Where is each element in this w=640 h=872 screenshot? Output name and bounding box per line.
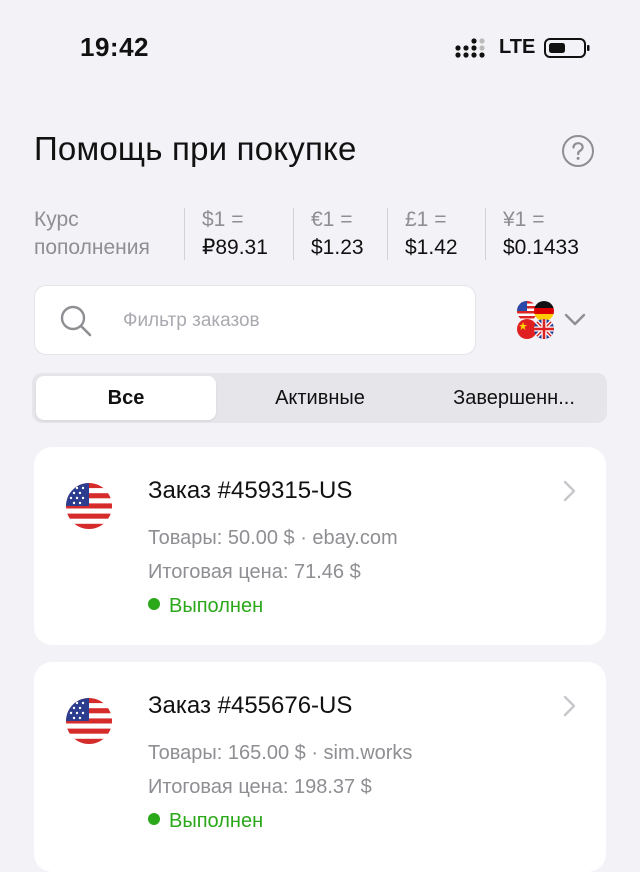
- rate-value: $1.42: [405, 236, 458, 259]
- rate-value: $1.23: [311, 236, 364, 259]
- order-total: Итоговая цена: 71.46 $: [148, 561, 361, 583]
- order-total: Итоговая цена: 198.37 $: [148, 776, 372, 798]
- status-dot-icon: [148, 598, 160, 610]
- order-goods: Товары: 165.00 $ · sim.works: [148, 742, 413, 764]
- divider: [184, 208, 185, 260]
- status-bar: 19:42 LTE: [0, 0, 640, 96]
- de-flag-icon: [534, 301, 554, 321]
- order-card[interactable]: Заказ #459315-US Товары: 50.00 $ · ebay.…: [34, 447, 606, 645]
- rate-key: ¥1 =: [503, 208, 545, 231]
- order-status: Выполнен: [148, 595, 263, 618]
- search-icon: [60, 305, 92, 337]
- tab-active[interactable]: Активные: [222, 376, 418, 420]
- search-box[interactable]: [34, 285, 476, 356]
- status-dot-icon: [148, 813, 160, 825]
- uk-flag-icon: [534, 319, 554, 339]
- rate-value: $0.1433: [503, 236, 579, 259]
- order-goods: Товары: 50.00 $ · ebay.com: [148, 527, 398, 549]
- chevron-right-icon: [563, 480, 576, 502]
- order-status: Выполнен: [148, 810, 263, 833]
- rate-cny: ¥1 = $0.1433: [503, 206, 579, 262]
- status-text: Выполнен: [169, 595, 264, 617]
- status-text: Выполнен: [169, 810, 264, 832]
- us-flag-icon: [66, 698, 112, 744]
- divider: [387, 208, 388, 260]
- order-title: Заказ #455676-US: [148, 692, 353, 719]
- us-flag-icon: [66, 483, 112, 529]
- rate-value: ₽89.31: [202, 236, 268, 259]
- exchange-rates: Курс пополнения $1 = ₽89.31 €1 = $1.23 £…: [34, 204, 606, 262]
- divider: [293, 208, 294, 260]
- divider: [485, 208, 486, 260]
- rate-key: $1 =: [202, 208, 244, 231]
- country-filter-button[interactable]: [512, 298, 592, 342]
- rate-key: £1 =: [405, 208, 447, 231]
- rates-label: Курс пополнения: [34, 208, 150, 259]
- order-status-tabs: Все Активные Завершенн...: [32, 373, 607, 423]
- chevron-right-icon: [563, 695, 576, 717]
- tab-all[interactable]: Все: [36, 376, 216, 420]
- rate-key: €1 =: [311, 208, 353, 231]
- rate-eur: €1 = $1.23: [311, 206, 364, 262]
- search-input[interactable]: [121, 286, 465, 356]
- question-circle-icon[interactable]: [561, 134, 595, 168]
- order-title: Заказ #459315-US: [148, 477, 353, 504]
- tab-completed[interactable]: Завершенн...: [424, 376, 604, 420]
- battery-icon: [544, 38, 590, 58]
- chevron-down-icon: [564, 313, 586, 326]
- rate-usd: $1 = ₽89.31: [202, 206, 268, 262]
- network-type: LTE: [499, 36, 536, 58]
- page-title: Помощь при покупке: [34, 130, 357, 167]
- rate-gbp: £1 = $1.42: [405, 206, 458, 262]
- signal-icon: [455, 38, 485, 58]
- status-time: 19:42: [80, 32, 149, 62]
